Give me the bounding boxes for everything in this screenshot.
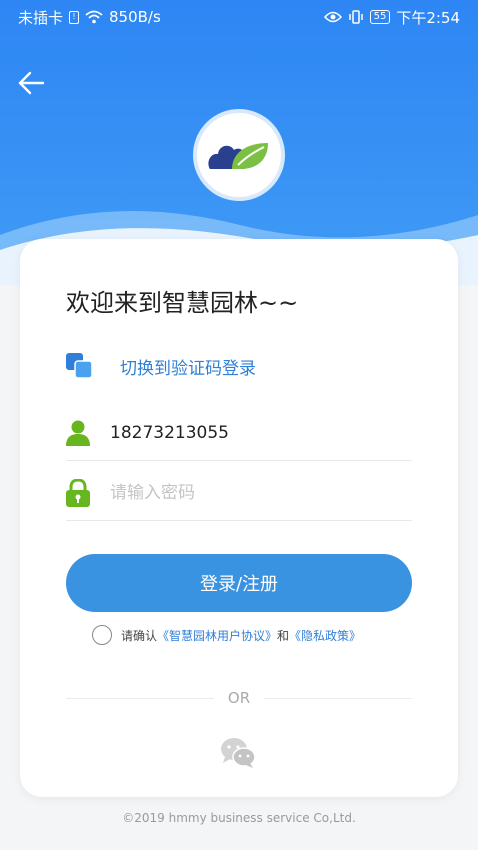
divider-line-left: [66, 697, 214, 699]
carrier-text: 未插卡: [18, 8, 64, 27]
clock-text: 下午2:54: [396, 8, 460, 27]
agreement-row: 请确认 《智慧园林用户协议》 和 《隐私政策》: [92, 625, 361, 645]
switch-icon: [66, 353, 93, 379]
password-field-row: [66, 465, 412, 521]
or-text: OR: [227, 689, 251, 707]
agree-prefix: 请确认: [121, 628, 158, 643]
privacy-policy-link[interactable]: 《隐私政策》: [289, 627, 361, 644]
cloud-leaf-logo: [208, 143, 268, 169]
login-register-button[interactable]: 登录/注册: [66, 554, 412, 612]
agree-and: 和: [277, 628, 290, 643]
user-agreement-link[interactable]: 《智慧园林用户协议》: [157, 627, 277, 644]
lock-icon: [66, 478, 90, 507]
switch-to-sms-login[interactable]: 切换到验证码登录: [66, 353, 256, 379]
eye-icon: [323, 11, 342, 23]
divider-line-right: [264, 697, 413, 699]
back-button[interactable]: [16, 68, 50, 98]
battery-icon: 55: [369, 10, 391, 24]
welcome-title: 欢迎来到智慧园林~~: [66, 289, 299, 317]
wechat-login-button[interactable]: [220, 737, 256, 769]
user-icon: [66, 420, 90, 446]
wechat-icon: [221, 738, 256, 768]
sim-icon: !: [69, 10, 80, 24]
copyright-text: ©2019 hmmy business service Co,Ltd.: [122, 811, 356, 825]
wifi-icon: [85, 10, 103, 24]
phone-input[interactable]: [110, 422, 400, 443]
password-input[interactable]: [110, 482, 400, 503]
vibrate-icon: [348, 10, 363, 24]
phone-field-row: [66, 405, 412, 461]
app-logo: [193, 109, 285, 201]
agree-radio[interactable]: [92, 625, 112, 645]
login-card: 欢迎来到智慧园林~~ 切换到验证码登录 登录/注册 请确认 《智慧园林用户协议》…: [20, 239, 458, 797]
or-divider: OR: [66, 689, 413, 707]
status-bar: 未插卡 ! 850B/s 55 下午2:54: [0, 0, 478, 34]
arrow-left-icon: [18, 71, 45, 95]
net-speed: 850B/s: [109, 8, 161, 26]
switch-label: 切换到验证码登录: [120, 358, 256, 379]
